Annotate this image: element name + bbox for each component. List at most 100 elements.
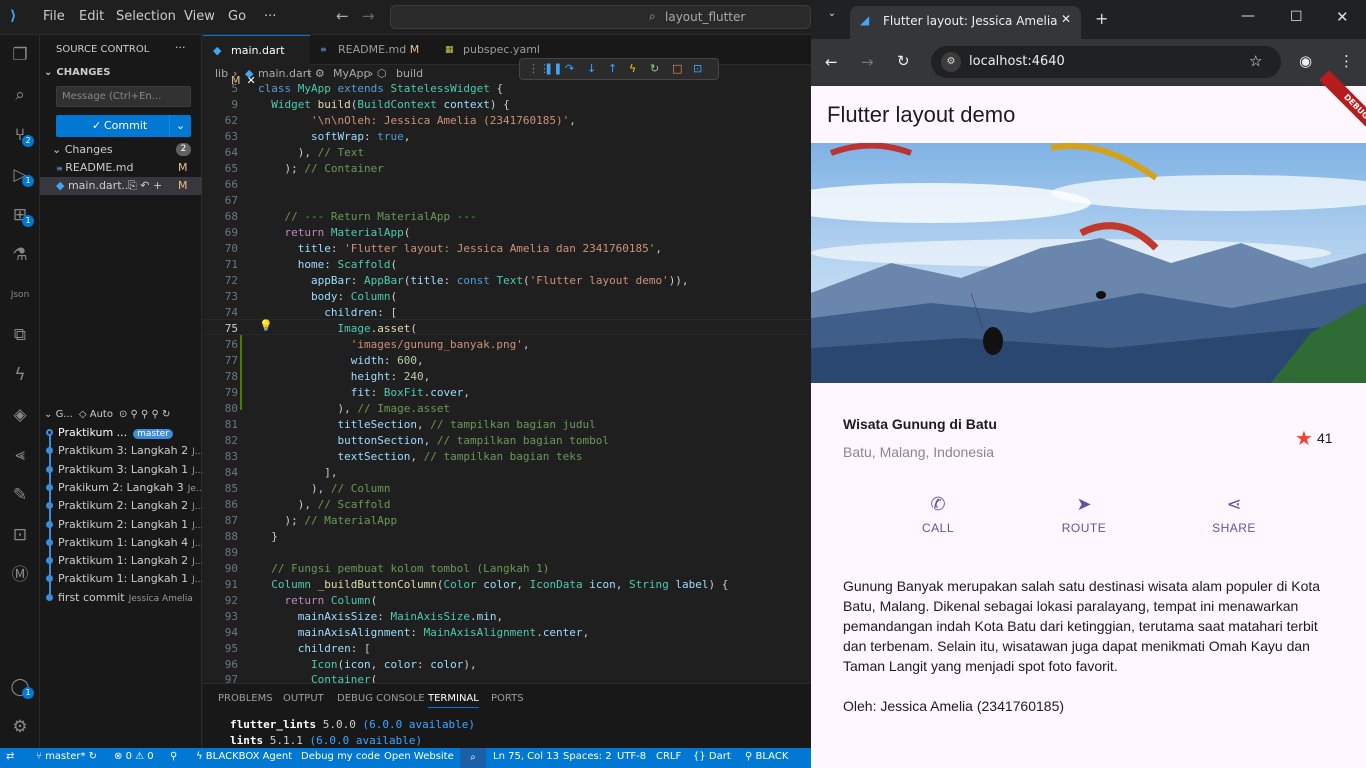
step-out-icon[interactable]: ↑ xyxy=(608,59,617,79)
problems-indicator[interactable]: ⊗ 0 ⚠ 0 xyxy=(114,751,154,762)
line-number: 68 xyxy=(224,210,238,223)
tab-terminal[interactable]: TERMINAL xyxy=(428,693,479,708)
tab-output[interactable]: OUTPUT xyxy=(283,693,324,704)
menu-selection[interactable]: Selection xyxy=(116,9,176,24)
tab-debug-console[interactable]: DEBUG CONSOLE xyxy=(337,693,425,704)
graph-section-title[interactable]: ⌄ G... ◇ Auto ⊙ ⚲ ⚲ ⚲ ↻ xyxy=(44,406,206,424)
forward-arrow-icon[interactable]: → xyxy=(362,7,375,25)
commit-row[interactable]: first commit Jessica Amelia xyxy=(40,589,202,607)
commit-message-input[interactable]: Message (Ctrl+En... xyxy=(56,86,191,107)
search-icon[interactable]: ⌕ xyxy=(460,748,486,768)
source-control-icon[interactable]: ⑂ 2 xyxy=(8,123,34,147)
chevron-down-icon[interactable]: ⌄ xyxy=(169,115,191,137)
reload-icon[interactable]: ↻ xyxy=(897,52,910,70)
m-icon[interactable]: Ⓜ xyxy=(8,563,32,587)
pen-icon[interactable]: ✎ xyxy=(8,483,32,507)
share-button[interactable]: ⋖ SHARE xyxy=(1209,494,1259,535)
profile-icon[interactable]: ◉ xyxy=(1299,52,1312,70)
changed-file-readme[interactable]: ≡ README.md M xyxy=(40,159,202,177)
search-icon[interactable]: ⌕ xyxy=(8,83,32,107)
gear-icon[interactable]: ⚙ xyxy=(8,715,32,739)
breadcrumb-file[interactable]: main.dart xyxy=(258,67,312,80)
tab-problems[interactable]: PROBLEMS xyxy=(218,693,273,704)
bookmark-star-icon[interactable]: ☆ xyxy=(1249,52,1262,70)
menu-go[interactable]: Go xyxy=(228,9,246,24)
step-into-icon[interactable]: ↓ xyxy=(587,59,596,79)
menu-more[interactable]: ··· xyxy=(264,9,276,24)
stop-icon[interactable]: □ xyxy=(672,59,682,79)
close-tab-icon[interactable]: ✕ xyxy=(1061,12,1071,26)
breadcrumb-class[interactable]: MyApp xyxy=(333,67,371,80)
branch-indicator[interactable]: ⑂ master* ↻ xyxy=(36,751,97,762)
forward-icon[interactable]: → xyxy=(861,53,874,71)
menu-file[interactable]: File xyxy=(43,9,65,24)
commit-row[interactable]: Praktikum 2: Langkah 2J... xyxy=(40,497,202,515)
tab-main-dart[interactable]: ◆ main.dart M ✕ xyxy=(203,35,310,87)
command-center-search[interactable]: ⌕ layout_flutter xyxy=(390,5,811,29)
workspace-name: layout_flutter xyxy=(665,10,746,24)
new-tab-icon[interactable]: + xyxy=(1095,9,1108,28)
scan-icon[interactable]: ⊡ xyxy=(8,523,32,547)
commit-row[interactable]: Praktikum 1: Langkah 4J... xyxy=(40,534,202,552)
debug-my-code[interactable]: Debug my code xyxy=(301,751,380,762)
lightning-icon[interactable]: ϟ xyxy=(8,363,32,387)
breadcrumb-lib[interactable]: lib xyxy=(215,67,228,80)
commit-row[interactable]: Praktikum 1: Langkah 2J... xyxy=(40,552,202,570)
breadcrumb-method[interactable]: build xyxy=(396,67,423,80)
commit-row[interactable]: Praktikum ... master xyxy=(40,424,202,442)
menu-view[interactable]: View xyxy=(184,9,215,24)
chrome-menu-icon[interactable]: ⋮ xyxy=(1339,52,1354,70)
testing-icon[interactable]: ⚗ xyxy=(8,243,32,267)
language-mode[interactable]: {} Dart xyxy=(693,751,731,762)
changed-file-main-dart[interactable]: ◆ main.dart... ⎘ ↶ + M xyxy=(40,177,202,195)
line-number: 90 xyxy=(224,562,238,575)
line-number: 80 xyxy=(224,402,238,415)
commit-row[interactable]: Praktikum 1: Langkah 1J... xyxy=(40,570,202,588)
pause-icon[interactable]: ❚❚ xyxy=(544,59,562,79)
close-window-icon[interactable]: ✕ xyxy=(1336,8,1349,26)
route-button[interactable]: ➤ ROUTE xyxy=(1059,494,1109,535)
back-arrow-icon[interactable]: ← xyxy=(336,7,349,25)
cursor-position[interactable]: Ln 75, Col 13 xyxy=(493,751,559,762)
call-button[interactable]: ✆ CALL xyxy=(913,494,963,535)
tab-readme[interactable]: ≡ README.md M xyxy=(310,35,435,65)
tab-search-icon[interactable]: ⌄ xyxy=(823,8,841,26)
devtools-icon[interactable]: ⊡ xyxy=(693,59,702,79)
debug-icon[interactable]: ⚲ xyxy=(170,751,177,762)
extensions-icon[interactable]: ⊞ 1 xyxy=(8,203,34,227)
minimize-icon[interactable]: — xyxy=(1241,8,1255,24)
remote-indicator-icon[interactable]: ⇄ xyxy=(6,751,14,762)
browser-tab[interactable]: ◢ Flutter layout: Jessica Amelia da ✕ xyxy=(850,6,1081,39)
line-ending[interactable]: CRLF xyxy=(656,751,681,762)
more-icon[interactable]: ··· xyxy=(175,41,186,54)
changes-section-title[interactable]: ⌄ CHANGES xyxy=(44,64,206,82)
encoding[interactable]: UTF-8 xyxy=(617,751,646,762)
json-icon[interactable]: Json xyxy=(8,283,32,307)
commit-row[interactable]: Praktikum 3: Langkah 2J... xyxy=(40,442,202,460)
address-bar[interactable]: ⚙ localhost:4640 xyxy=(931,46,1281,78)
commit-row[interactable]: Praktikum 3: Langkah 1J... xyxy=(40,461,202,479)
open-website[interactable]: Open Website xyxy=(384,751,454,762)
mountain-image xyxy=(811,143,1366,383)
blackbox-status[interactable]: ⚲ BLACK xyxy=(745,751,788,762)
python-icon[interactable]: ◈ xyxy=(8,403,32,427)
remote-icon[interactable]: ⧉ xyxy=(8,323,32,347)
run-debug-icon[interactable]: ▷ 1 xyxy=(8,163,34,187)
step-over-icon[interactable]: ↷ xyxy=(565,59,574,79)
tab-ports[interactable]: PORTS xyxy=(491,693,524,704)
commit-button[interactable]: ✓ Commit ⌄ xyxy=(56,115,191,137)
maximize-icon[interactable]: ☐ xyxy=(1290,9,1303,25)
indentation[interactable]: Spaces: 2 xyxy=(563,751,612,762)
site-info-icon[interactable]: ⚙ xyxy=(941,52,961,72)
commit-row[interactable]: Praktikum 2: Langkah 1J... xyxy=(40,516,202,534)
blackbox-icon[interactable]: ⪡ xyxy=(8,443,32,467)
commit-dot xyxy=(46,538,53,546)
hot-reload-icon[interactable]: ϟ xyxy=(629,59,636,79)
restart-icon[interactable]: ↻ xyxy=(650,59,659,79)
menu-edit[interactable]: Edit xyxy=(79,9,104,24)
back-icon[interactable]: ← xyxy=(825,53,838,71)
commit-row[interactable]: Prakikum 2: Langkah 3Je... xyxy=(40,479,202,497)
account-icon[interactable]: ◯ 1 xyxy=(8,675,34,699)
explorer-icon[interactable]: ❐ xyxy=(8,43,32,67)
blackbox-agent[interactable]: ϟ BLACKBOX Agent xyxy=(196,751,292,762)
